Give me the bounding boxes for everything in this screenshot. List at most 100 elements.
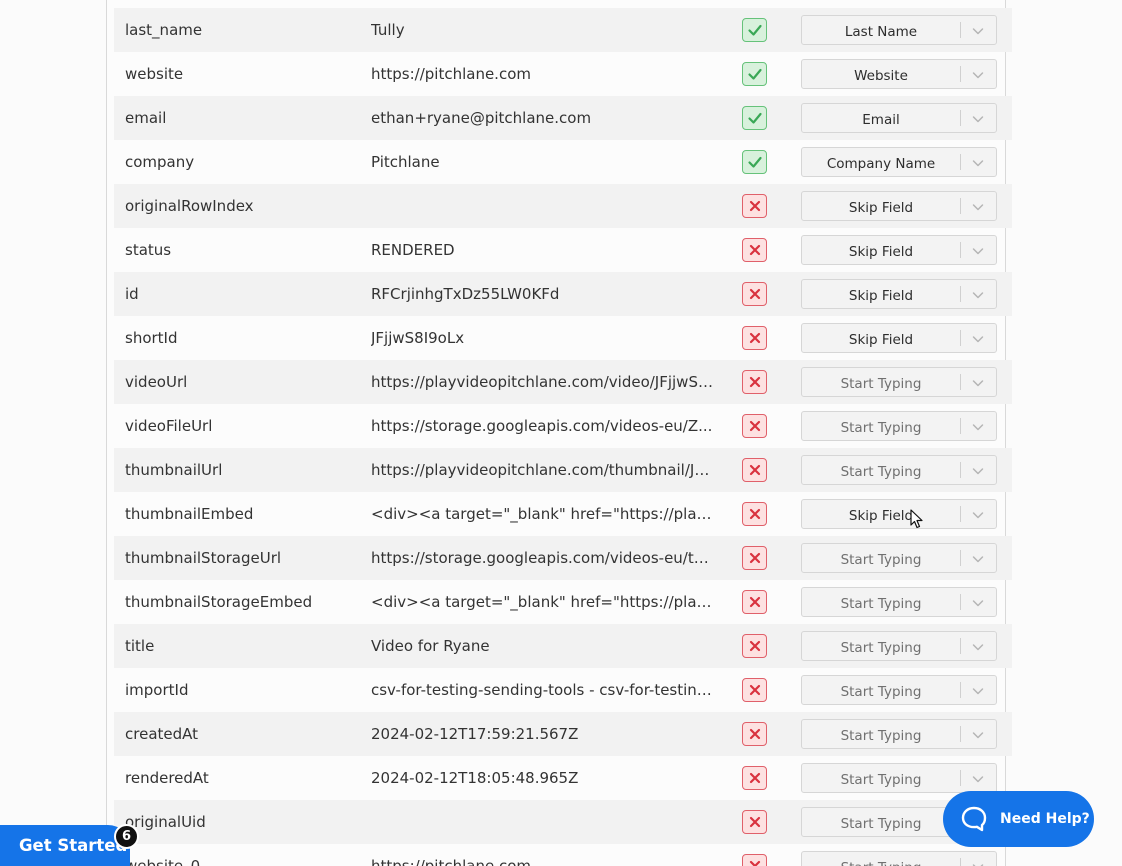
field-sample-value: JFjjwS8I9oLx [371,329,465,347]
chevron-down-icon[interactable] [970,507,986,523]
field-sample-value: https://pitchlane.com [371,857,531,866]
check-icon [747,22,763,38]
chevron-down-icon[interactable] [970,859,986,866]
select-value: Start Typing [840,596,922,612]
select-value: Skip Field [848,200,914,216]
field-mapping-select[interactable]: Start Typing [801,631,997,661]
chevron-down-icon[interactable] [970,243,986,259]
close-icon [747,858,763,866]
select-divider [960,66,961,82]
close-icon [747,462,763,478]
field-mapping-select[interactable]: Website [801,59,997,89]
chevron-down-icon[interactable] [970,155,986,171]
chevron-down-icon[interactable] [970,199,986,215]
field-name: title [125,637,155,655]
chevron-down-icon[interactable] [970,419,986,435]
get-started-button[interactable]: Get Started [0,825,130,866]
field-name: thumbnailStorageUrl [125,549,282,567]
chevron-down-icon[interactable] [970,727,986,743]
field-mapping-select[interactable]: Start Typing [801,455,997,485]
field-mapping-select[interactable]: Start Typing [801,719,997,749]
unmapped-status [742,854,767,866]
chevron-down-icon[interactable] [970,375,986,391]
chevron-down-icon[interactable] [970,287,986,303]
unmapped-status [742,370,767,394]
select-value: Skip Field [848,288,914,304]
field-mapping-select[interactable]: Start Typing [801,763,997,793]
table-row: videoUrl https://playvideopitchlane.com/v… [114,360,1012,404]
chevron-down-icon[interactable] [970,595,986,611]
mapped-status [742,150,767,174]
table-row: title Video for Ryane Start Typing [114,624,1012,668]
select-value: Start Typing [840,772,922,788]
field-name: thumbnailUrl [125,461,223,479]
field-sample-value: RENDERED [371,241,455,259]
unmapped-status [742,810,767,834]
field-name: importId [125,681,189,699]
chevron-down-icon[interactable] [970,551,986,567]
chevron-down-icon[interactable] [970,463,986,479]
chevron-down-icon[interactable] [970,23,986,39]
field-name: email [125,109,167,127]
field-sample-value: RFCrjinhgTxDz55LW0KFd [371,285,560,303]
need-help-button[interactable]: Need Help? [943,791,1094,847]
close-icon [747,506,763,522]
select-value: Start Typing [840,816,922,832]
chevron-down-icon[interactable] [970,111,986,127]
field-mapping-select[interactable]: Start Typing [801,543,997,573]
field-mapping-select[interactable]: Skip Field [801,235,997,265]
unmapped-status [742,414,767,438]
table-row: company Pitchlane Company Name [114,140,1012,184]
field-mapping-select[interactable]: Skip Field [801,191,997,221]
close-icon [747,330,763,346]
table-row: thumbnailStorageEmbed <div><a target="_bl… [114,580,1012,624]
select-value: Start Typing [802,860,960,866]
table-row: website https://pitchlane.com Website [114,52,1012,96]
table-row: thumbnailStorageUrl https://storage.googl… [114,536,1012,580]
unmapped-status [742,282,767,306]
field-mapping-select[interactable]: Start Typing [801,587,997,617]
unmapped-status [742,678,767,702]
close-icon [747,418,763,434]
table-row: website_0 https://pitchlane.com Start Typi… [114,844,1012,866]
mapped-status [742,106,767,130]
select-divider [960,726,961,742]
unmapped-status [742,634,767,658]
mapped-status [742,18,767,42]
select-value: Website [854,68,908,84]
need-help-label: Need Help? [1000,811,1090,827]
field-mapping-select[interactable]: Start Typing [801,675,997,705]
select-divider [960,506,961,522]
unmapped-status [742,238,767,262]
field-mapping-select[interactable]: Skip Field [801,499,997,529]
field-mapping-select[interactable]: Start Typing [801,851,997,866]
field-mapping-select[interactable]: Skip Field [801,279,997,309]
unmapped-status [742,326,767,350]
field-name: thumbnailStorageEmbed [125,593,313,611]
field-sample-value: 2024-02-12T17:59:21.567Z [371,725,579,743]
field-mapping-select[interactable]: Skip Field [801,323,997,353]
chevron-down-icon[interactable] [970,639,986,655]
select-value: Skip Field [848,332,914,348]
select-value: Start Typing [840,728,922,744]
select-value: Email [862,112,900,128]
select-divider [960,858,961,866]
field-mapping-select[interactable]: Last Name [801,15,997,45]
field-mapping-select[interactable]: Company Name [801,147,997,177]
field-name: originalRowIndex [125,197,254,215]
field-name: originalUid [125,813,206,831]
field-mapping-select[interactable]: Start Typing [801,367,997,397]
select-value: Start Typing [840,552,922,568]
field-name: status [125,241,172,259]
field-mapping-select[interactable]: Email [801,103,997,133]
chevron-down-icon[interactable] [970,67,986,83]
field-mapping-select[interactable]: Start Typing [801,411,997,441]
unmapped-status [742,766,767,790]
field-name: website_0 [125,857,201,866]
chevron-down-icon[interactable] [970,331,986,347]
chevron-down-icon[interactable] [970,683,986,699]
table-row: videoFileUrl https://storage.googleapis.c… [114,404,1012,448]
chevron-down-icon[interactable] [970,771,986,787]
field-name: company [125,153,195,171]
mouse-cursor-icon [910,509,923,529]
